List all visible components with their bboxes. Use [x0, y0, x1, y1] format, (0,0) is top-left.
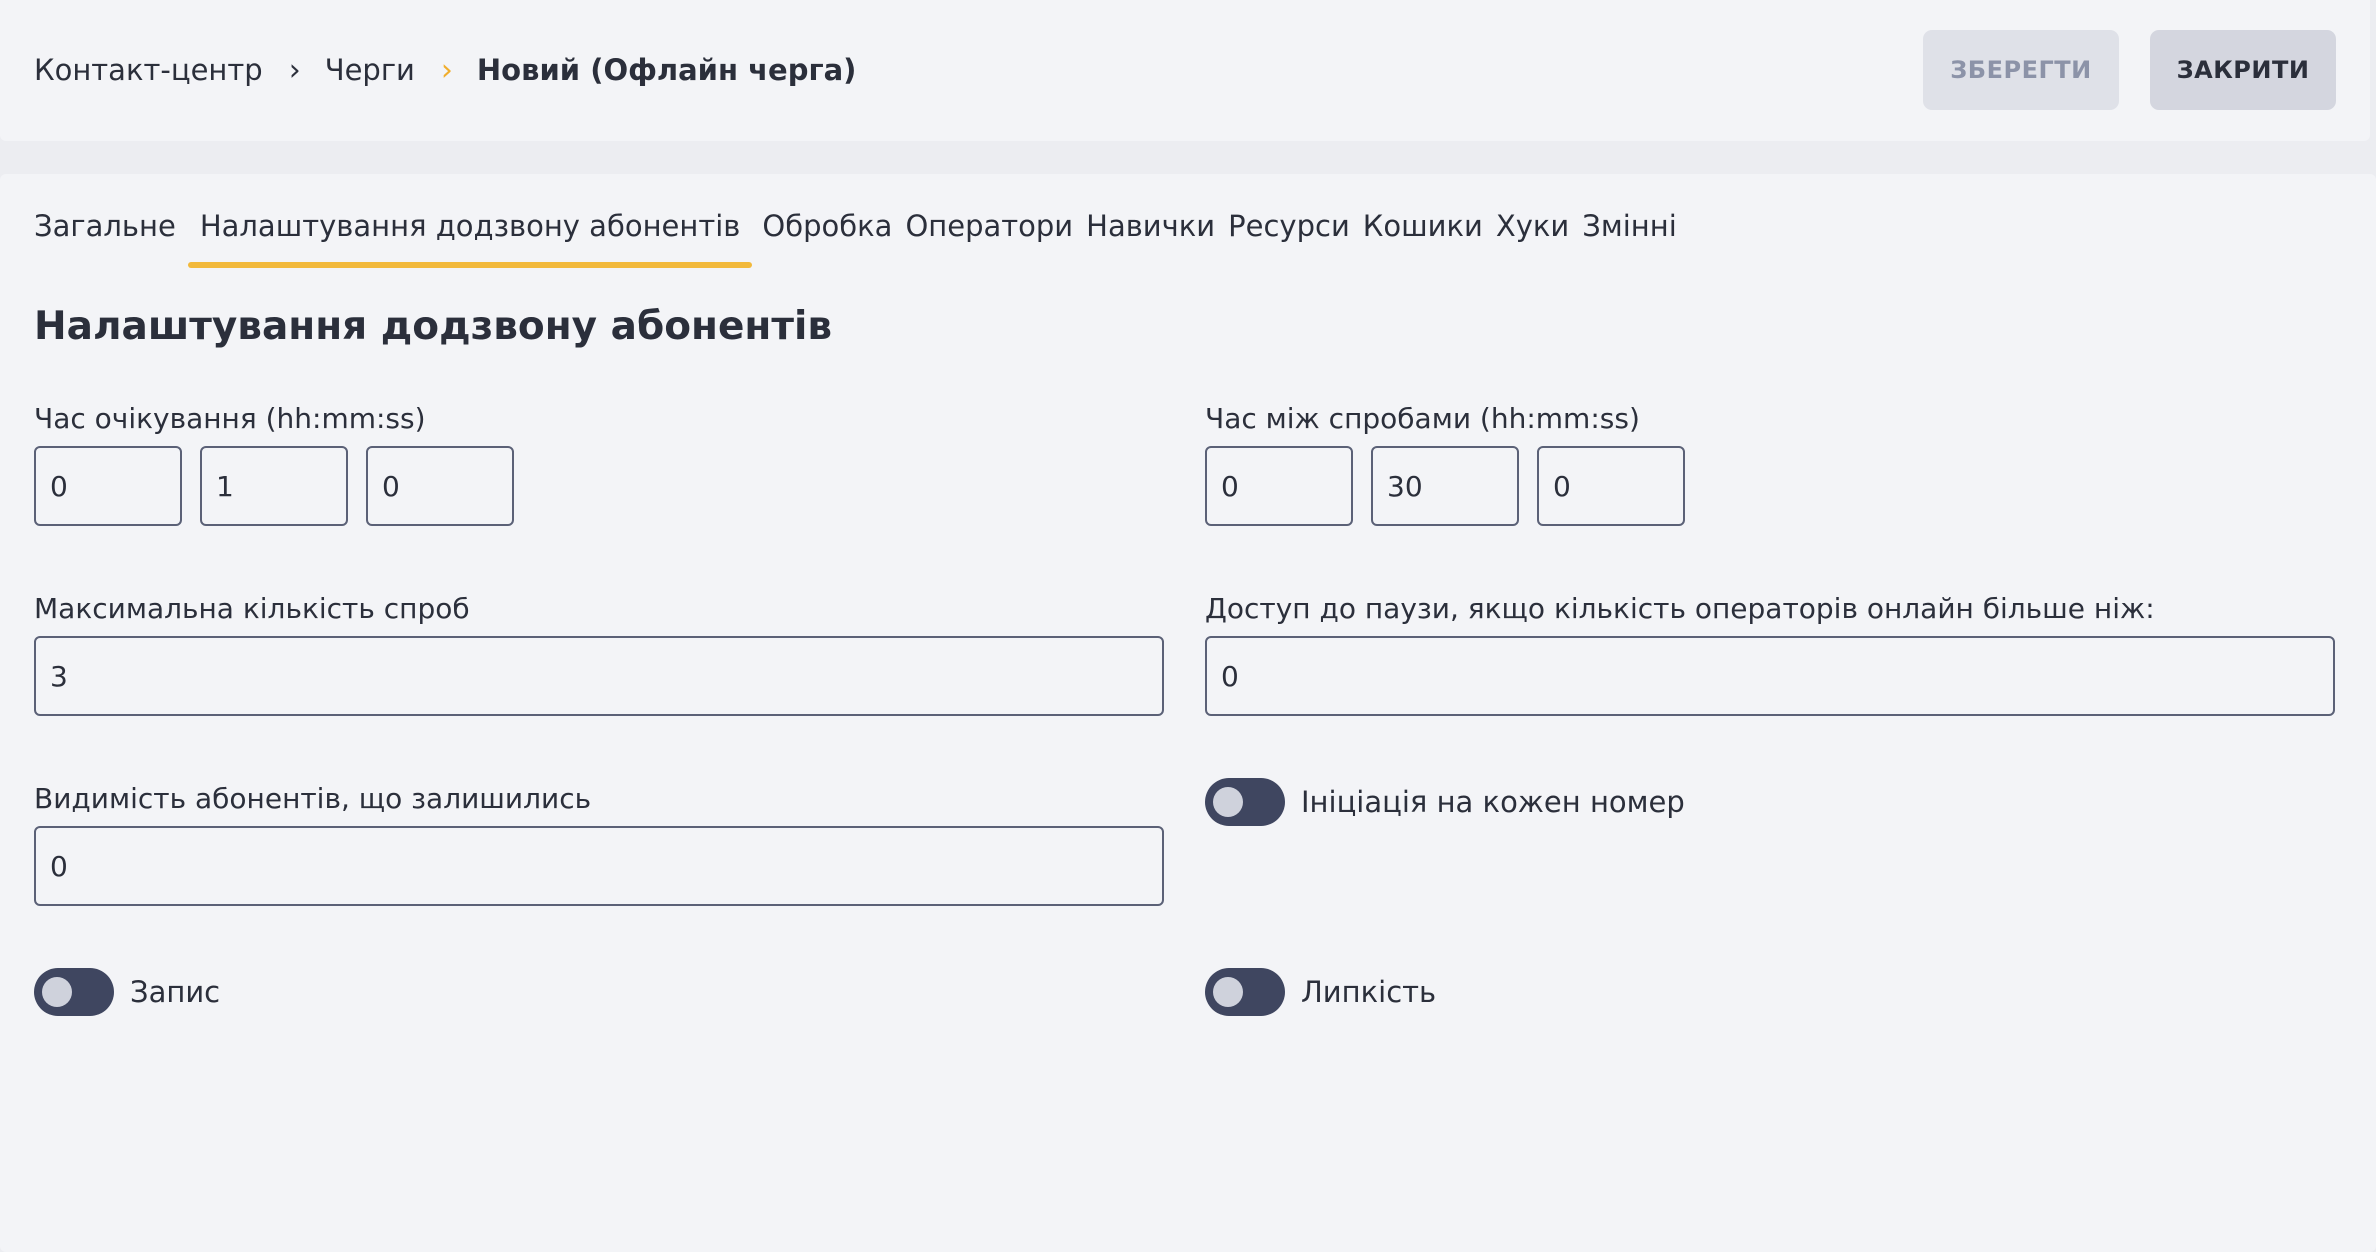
tab-variables[interactable]: Змінні — [1582, 204, 1677, 268]
toggle-knob — [1213, 787, 1243, 817]
toggle-knob — [42, 977, 72, 1007]
pause-access-input[interactable] — [1205, 636, 2335, 716]
recording-toggle[interactable] — [34, 968, 114, 1016]
main-panel: Загальне Налаштування додзвону абонентів… — [0, 174, 2376, 1252]
stickiness-row: Липкість — [1205, 967, 1436, 1017]
tab-bar: Загальне Налаштування додзвону абонентів… — [34, 204, 1677, 268]
tab-hooks[interactable]: Хуки — [1496, 204, 1569, 268]
tab-dial-settings[interactable]: Налаштування додзвону абонентів — [187, 204, 753, 268]
recording-row: Запис — [34, 967, 220, 1017]
wait-time-label: Час очікування (hh:mm:ss) — [34, 402, 426, 435]
stickiness-label: Липкість — [1301, 975, 1437, 1009]
initiation-per-number-label: Ініціація на кожен номер — [1301, 785, 1685, 819]
breadcrumb-contact-center[interactable]: Контакт-центр — [34, 53, 263, 87]
tab-processing[interactable]: Обробка — [762, 204, 892, 268]
wait-time-seconds-input[interactable] — [366, 446, 514, 526]
breadcrumb-queues[interactable]: Черги — [325, 53, 415, 87]
breadcrumb: Контакт-центр › Черги › Новий (Офлайн че… — [34, 50, 856, 90]
retry-interval-minutes-input[interactable] — [1371, 446, 1519, 526]
close-button[interactable]: ЗАКРИТИ — [2150, 30, 2336, 110]
retry-interval-seconds-input[interactable] — [1537, 446, 1685, 526]
page-header: Контакт-центр › Черги › Новий (Офлайн че… — [0, 0, 2370, 141]
section-title: Налаштування додзвону абонентів — [34, 304, 832, 349]
retry-interval-hours-input[interactable] — [1205, 446, 1353, 526]
tab-resources[interactable]: Ресурси — [1228, 204, 1350, 268]
stickiness-toggle[interactable] — [1205, 968, 1285, 1016]
chevron-right-icon: › — [440, 52, 453, 88]
breadcrumb-current: Новий (Офлайн черга) — [476, 53, 857, 87]
max-attempts-label: Максимальна кількість спроб — [34, 592, 470, 625]
wait-time-hours-input[interactable] — [34, 446, 182, 526]
wait-time-minutes-input[interactable] — [200, 446, 348, 526]
tab-general[interactable]: Загальне — [34, 204, 176, 268]
recording-label: Запис — [130, 975, 221, 1009]
toggle-knob — [1213, 977, 1243, 1007]
initiation-per-number-row: Ініціація на кожен номер — [1205, 777, 1685, 827]
tab-operators[interactable]: Оператори — [905, 204, 1073, 268]
initiation-per-number-toggle[interactable] — [1205, 778, 1285, 826]
tab-skills[interactable]: Навички — [1086, 204, 1215, 268]
chevron-right-icon: › — [288, 52, 301, 88]
max-attempts-input[interactable] — [34, 636, 1164, 716]
remaining-visibility-label: Видимість абонентів, що залишились — [34, 782, 592, 815]
retry-interval-label: Час між спробами (hh:mm:ss) — [1205, 402, 1640, 435]
save-button[interactable]: ЗБЕРЕГТИ — [1923, 30, 2119, 110]
tab-baskets[interactable]: Кошики — [1363, 204, 1483, 268]
pause-access-label: Доступ до паузи, якщо кількість оператор… — [1205, 592, 2155, 625]
remaining-visibility-input[interactable] — [34, 826, 1164, 906]
